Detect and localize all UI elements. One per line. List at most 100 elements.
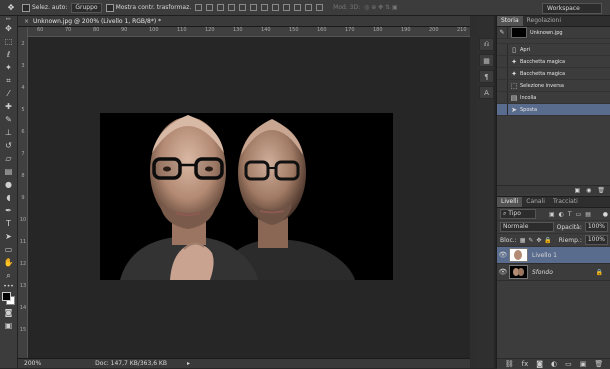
history-brush-source-icon[interactable]: ✎ xyxy=(497,27,508,38)
opacity-field[interactable]: 100% xyxy=(584,222,608,232)
visibility-eye-icon[interactable]: 👁 xyxy=(497,268,509,276)
pen-tool-icon[interactable]: ✒ xyxy=(0,204,17,217)
history-state[interactable]: ▤ Incolla xyxy=(497,92,610,104)
distribute-vcenter-icon[interactable] xyxy=(272,4,280,11)
move-tool-preset-icon[interactable]: ✥ xyxy=(4,2,18,14)
3d-tools-icon[interactable]: ◎ ⊕ ✥ ⇅ ▣ xyxy=(364,4,398,11)
adjustment-layer-icon[interactable]: ◐ xyxy=(551,360,557,368)
distribute-left-icon[interactable] xyxy=(294,4,302,11)
new-snapshot-icon[interactable]: ◉ xyxy=(586,187,591,194)
add-mask-icon[interactable]: ◙ xyxy=(536,360,543,368)
auto-select-dropdown[interactable]: Gruppo xyxy=(71,2,102,13)
align-top-icon[interactable] xyxy=(195,4,203,11)
show-transform-checkbox[interactable] xyxy=(105,3,114,12)
history-state-mark[interactable] xyxy=(497,56,508,67)
tab-layers[interactable]: Livelli xyxy=(497,197,523,207)
history-state-selected[interactable]: ➤ Sposta xyxy=(497,104,610,116)
history-state-mark[interactable] xyxy=(497,44,508,55)
workspace-dropdown[interactable]: Workspace xyxy=(542,3,602,14)
paragraph-panel-icon[interactable]: ¶ xyxy=(479,70,494,83)
lock-icons[interactable]: ▦✎✥🔒 xyxy=(520,237,555,244)
auto-select-option[interactable]: Selez. auto: xyxy=(22,3,67,12)
history-brush-tool-icon[interactable]: ↺ xyxy=(0,139,17,152)
align-right-icon[interactable] xyxy=(250,4,258,11)
vertical-scrollbar[interactable] xyxy=(470,16,477,368)
document-tab[interactable]: × Unknown.jpg @ 200% (Livello 1, RGB/8*)… xyxy=(18,16,470,27)
eyedropper-tool-icon[interactable]: ⁄ xyxy=(0,87,17,100)
distribute-bottom-icon[interactable] xyxy=(283,4,291,11)
lock-fill-row: Bloc.: ▦✎✥🔒 Riemp.: 100% xyxy=(497,234,610,247)
layer-row-sfondo[interactable]: 👁 Sfondo 🔒 xyxy=(497,264,610,281)
blend-mode-dropdown[interactable]: Normale xyxy=(500,222,554,232)
status-menu-arrow-icon[interactable]: ▸ xyxy=(187,360,190,367)
tab-adjustments[interactable]: Regolazioni xyxy=(523,16,565,26)
history-panel-icon[interactable]: ⎌ xyxy=(479,38,494,51)
new-document-from-state-icon[interactable]: ▣ xyxy=(574,187,580,194)
layer-filter-dropdown[interactable]: ⌕ Tipo xyxy=(500,209,536,219)
close-document-icon[interactable]: × xyxy=(24,18,29,25)
tab-channels[interactable]: Canali xyxy=(522,197,549,207)
quick-mask-icon[interactable]: ◙ xyxy=(0,306,17,319)
screen-mode-icon[interactable]: ▣ xyxy=(0,319,17,332)
tab-history[interactable]: Storia xyxy=(497,16,523,26)
gradient-tool-icon[interactable]: ▤ xyxy=(0,165,17,178)
path-selection-tool-icon[interactable]: ➤ xyxy=(0,230,17,243)
type-tool-icon[interactable]: T xyxy=(0,217,17,230)
filter-toggle-icon[interactable]: ● xyxy=(603,211,608,218)
more-tools-icon[interactable]: ••• xyxy=(0,282,17,290)
marquee-tool-icon[interactable]: ⬚ xyxy=(0,35,17,48)
magic-wand-tool-icon[interactable]: ✦ xyxy=(0,61,17,74)
history-state[interactable]: ✦ Bacchetta magica xyxy=(497,56,610,68)
blur-tool-icon[interactable]: ● xyxy=(0,178,17,191)
align-bottom-icon[interactable] xyxy=(217,4,225,11)
crop-tool-icon[interactable]: ⌗ xyxy=(0,74,17,87)
dodge-tool-icon[interactable]: ◖ xyxy=(0,191,17,204)
align-vcenter-icon[interactable] xyxy=(206,4,214,11)
distribute-hcenter-icon[interactable] xyxy=(305,4,313,11)
layer-style-icon[interactable]: fx xyxy=(522,360,529,368)
new-group-icon[interactable]: ▭ xyxy=(565,360,572,368)
history-state-mark[interactable] xyxy=(497,92,508,103)
document-image[interactable] xyxy=(100,113,393,280)
color-swatches[interactable] xyxy=(0,290,17,306)
history-state[interactable]: ▯ Apri xyxy=(497,44,610,56)
history-state[interactable]: ✦ Bacchetta magica xyxy=(497,68,610,80)
delete-layer-icon[interactable]: 🗑 xyxy=(594,360,603,368)
distribute-top-icon[interactable] xyxy=(261,4,269,11)
history-state-mark[interactable] xyxy=(497,104,508,115)
show-transform-option[interactable]: Mostra contr. trasformaz. xyxy=(105,3,191,12)
shape-tool-icon[interactable]: ▭ xyxy=(0,243,17,256)
brush-tool-icon[interactable]: ✎ xyxy=(0,113,17,126)
tab-paths[interactable]: Tracciati xyxy=(549,197,582,207)
lasso-tool-icon[interactable]: ℓ xyxy=(0,48,17,61)
character-panel-icon[interactable]: A xyxy=(479,86,494,99)
vertical-ruler: 2 3 4 5 6 7 8 9 10 11 12 13 14 15 xyxy=(18,27,28,358)
auto-select-checkbox[interactable] xyxy=(22,3,30,12)
hand-tool-icon[interactable]: ✋ xyxy=(0,256,17,269)
new-layer-icon[interactable]: ▣ xyxy=(580,360,587,368)
healing-brush-tool-icon[interactable]: ✚ xyxy=(0,100,17,113)
visibility-eye-icon[interactable]: 👁 xyxy=(497,251,509,259)
ruler-tick-label: 110 xyxy=(177,27,187,33)
zoom-tool-icon[interactable]: ⌕ xyxy=(0,269,17,282)
brush-presets-icon[interactable]: ▦ xyxy=(479,54,494,67)
distribute-right-icon[interactable] xyxy=(316,4,324,11)
zoom-level[interactable]: 200% xyxy=(24,360,41,367)
history-snapshot[interactable]: ✎ Unknown.jpg xyxy=(497,27,610,39)
fill-field[interactable]: 100% xyxy=(584,235,608,245)
move-tool-icon[interactable]: ✥ xyxy=(0,22,17,35)
layer-row-livello-1[interactable]: 👁 Livello 1 xyxy=(497,247,610,264)
history-state-mark[interactable] xyxy=(497,68,508,79)
link-layers-icon[interactable]: ⛓ xyxy=(505,360,514,368)
clone-stamp-tool-icon[interactable]: ⊥ xyxy=(0,126,17,139)
align-left-icon[interactable] xyxy=(228,4,236,11)
align-hcenter-icon[interactable] xyxy=(239,4,247,11)
eraser-tool-icon[interactable]: ▱ xyxy=(0,152,17,165)
history-state[interactable]: ⬚ Selezione inversa xyxy=(497,80,610,92)
filter-icons[interactable]: ▣◐T▭▤ xyxy=(549,211,595,218)
foreground-color-swatch[interactable] xyxy=(2,292,11,301)
ruler-tick-label: 7 xyxy=(21,151,25,157)
delete-state-icon[interactable]: 🗑 xyxy=(597,187,605,194)
document-size-info[interactable]: Doc: 147,7 KB/363,6 KB xyxy=(95,360,167,367)
history-state-mark[interactable] xyxy=(497,80,508,91)
